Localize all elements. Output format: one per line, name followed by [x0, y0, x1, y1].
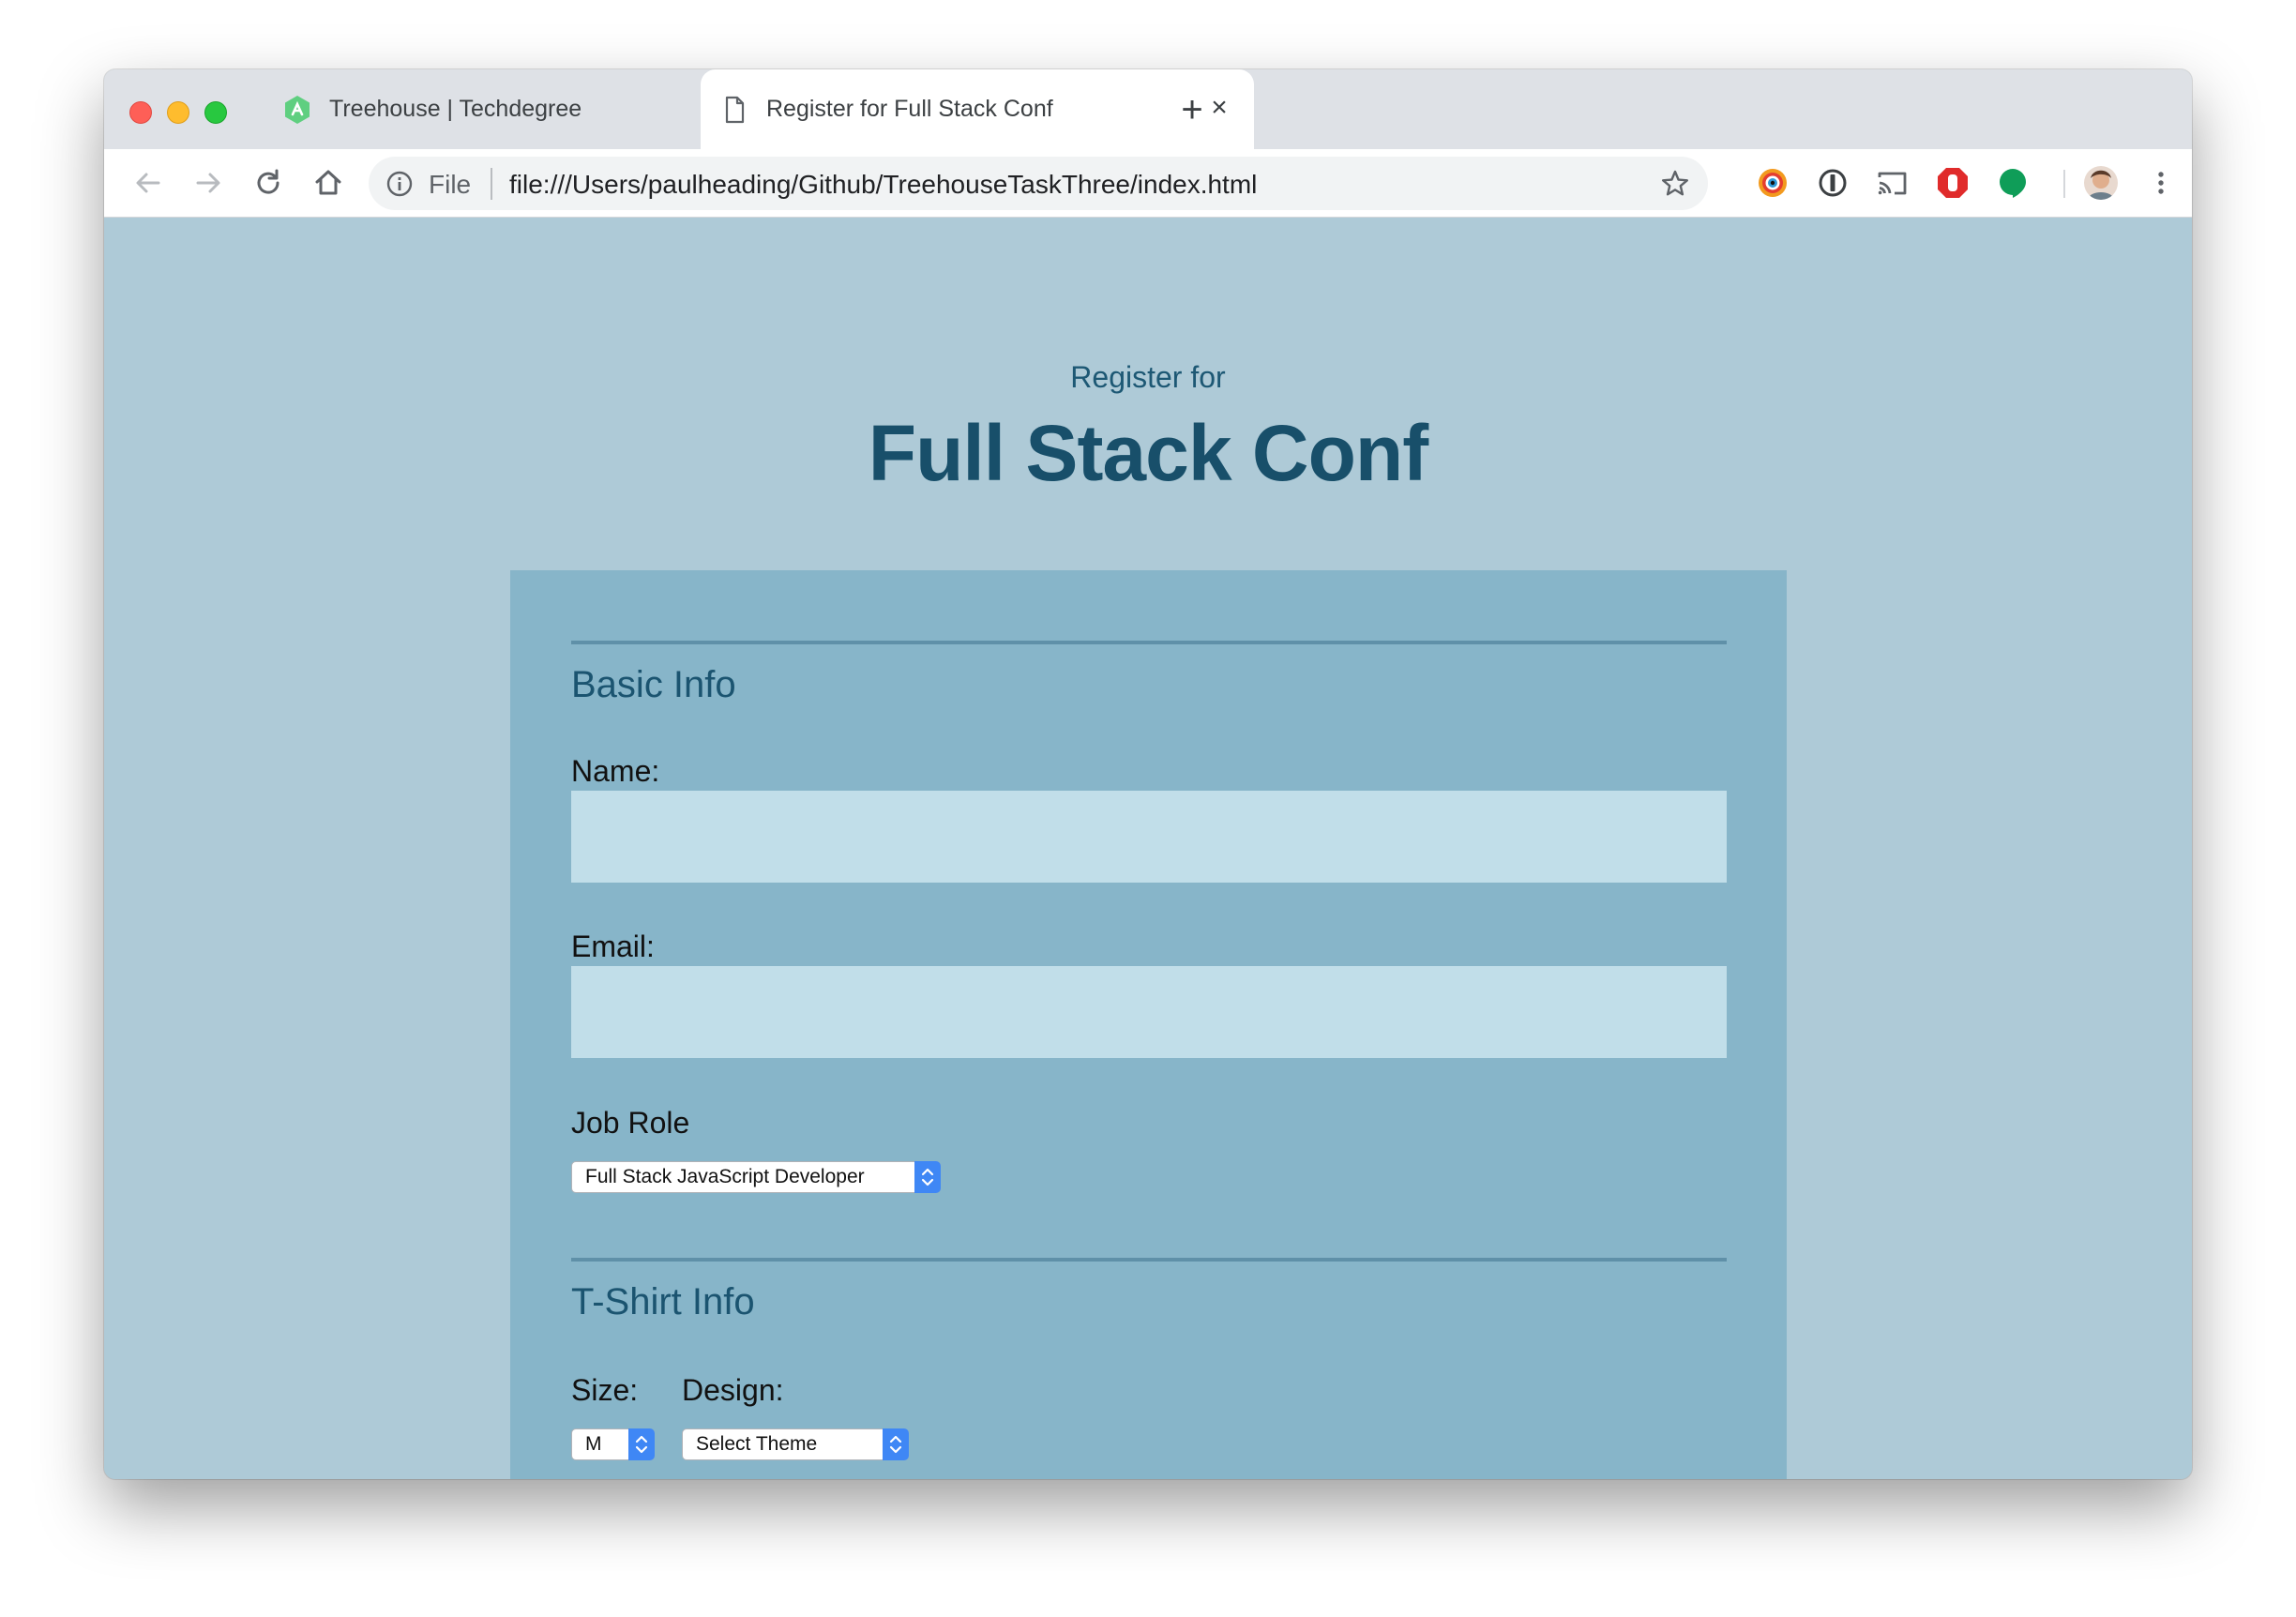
- tab-title: Register for Full Stack Conf: [766, 96, 1053, 122]
- arrow-left-icon: [136, 173, 160, 193]
- tshirt-info-heading: T-Shirt Info: [571, 1281, 755, 1322]
- section-divider: [571, 641, 1727, 644]
- registration-form: Basic Info Name: Email: Job Role Full St…: [510, 570, 1787, 1479]
- size-label: Size:: [571, 1373, 639, 1407]
- more-vertical-icon: [2158, 172, 2164, 194]
- size-value: M: [585, 1433, 602, 1455]
- email-label: Email:: [571, 929, 655, 963]
- maximize-window-button[interactable]: [204, 101, 227, 124]
- bookmark-star-icon[interactable]: [1659, 168, 1691, 200]
- cast-icon: [1878, 172, 1907, 195]
- extension-adblock[interactable]: [1932, 162, 1973, 204]
- name-field[interactable]: [571, 791, 1727, 883]
- extension-1password[interactable]: [1812, 162, 1853, 204]
- home-icon: [315, 170, 341, 195]
- name-label: Name:: [571, 754, 660, 788]
- toolbar-divider: [2063, 170, 2065, 198]
- job-role-value: Full Stack JavaScript Developer: [585, 1166, 865, 1187]
- info-icon[interactable]: [385, 170, 414, 198]
- select-arrows-icon: [914, 1161, 941, 1193]
- design-select[interactable]: Select Theme: [682, 1428, 909, 1460]
- file-icon: [725, 96, 745, 124]
- page-title: Full Stack Conf: [868, 409, 1428, 497]
- 1password-icon: [1819, 169, 1847, 197]
- close-window-button[interactable]: [129, 101, 152, 124]
- browser-window: Treehouse | Techdegree × Register for Fu…: [104, 69, 2192, 1479]
- design-value: Select Theme: [696, 1433, 818, 1455]
- email-field[interactable]: [571, 966, 1727, 1058]
- menu-button[interactable]: [2140, 162, 2182, 204]
- size-select[interactable]: M: [571, 1428, 655, 1460]
- adblock-hand-icon: [1938, 168, 1968, 198]
- header-subtitle: Register for: [1070, 360, 1226, 394]
- chat-bubble-icon: [2000, 169, 2026, 198]
- forward-button[interactable]: [188, 162, 229, 204]
- scheme-label: File: [429, 170, 472, 199]
- profile-button[interactable]: [2080, 162, 2122, 204]
- reload-icon: [257, 169, 279, 194]
- url-text[interactable]: file:///Users/paulheading/Github/Treehou…: [509, 170, 1257, 200]
- treehouse-logo-icon: [285, 96, 310, 124]
- browser-toolbar: File file:///Users/paulheading/Github/Tr…: [104, 149, 2192, 218]
- new-tab-button[interactable]: +: [1173, 91, 1211, 129]
- minimize-window-button[interactable]: [167, 101, 189, 124]
- select-arrows-icon: [628, 1428, 655, 1460]
- color-picker-eye-icon: [1759, 169, 1787, 197]
- cast-button[interactable]: [1872, 162, 1913, 204]
- reload-button[interactable]: [248, 162, 289, 204]
- select-arrows-icon: [883, 1428, 909, 1460]
- extension-hangouts[interactable]: [1992, 162, 2033, 204]
- design-label: Design:: [682, 1373, 784, 1407]
- back-button[interactable]: [128, 162, 169, 204]
- basic-info-heading: Basic Info: [571, 664, 736, 705]
- avatar: [2084, 166, 2118, 200]
- tab-title: Treehouse | Techdegree: [329, 96, 582, 122]
- tab-register[interactable]: Register for Full Stack Conf ×: [701, 69, 1254, 149]
- arrow-right-icon: [196, 173, 220, 193]
- section-divider: [571, 1258, 1727, 1262]
- extension-colorpick[interactable]: [1752, 162, 1793, 204]
- page-content: Register for Full Stack Conf Basic Info …: [104, 218, 2192, 1479]
- address-bar[interactable]: File file:///Users/paulheading/Github/Tr…: [369, 157, 1708, 210]
- job-role-select[interactable]: Full Stack JavaScript Developer: [571, 1161, 941, 1193]
- tab-strip: Treehouse | Techdegree × Register for Fu…: [104, 69, 2192, 149]
- job-role-label: Job Role: [571, 1106, 690, 1140]
- home-button[interactable]: [308, 162, 349, 204]
- address-separator: [491, 168, 492, 200]
